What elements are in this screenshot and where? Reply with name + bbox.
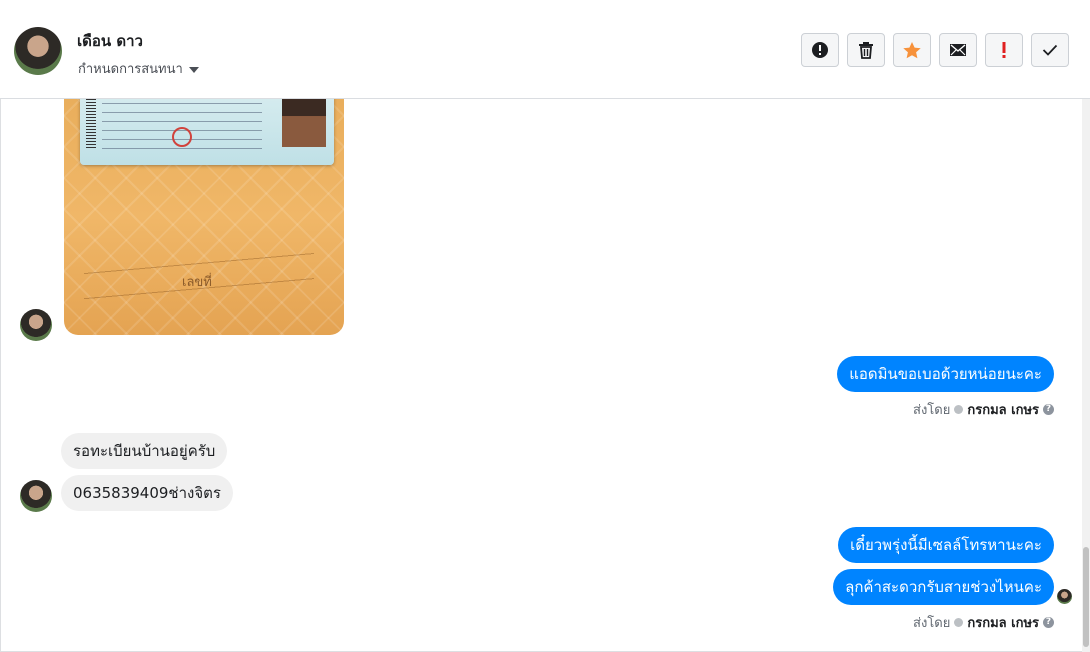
message-thread[interactable]: เลขที่ แอดมินขอเบอด้วยหน่อยนะคะ ส่งโดย ก… <box>0 99 1090 652</box>
caret-down-icon <box>188 66 199 73</box>
envelope-icon <box>950 44 966 56</box>
mark-done-button[interactable] <box>1031 33 1069 67</box>
star-icon <box>903 41 921 58</box>
important-button[interactable] <box>985 33 1023 67</box>
conversation-header: เดือน ดาว กำหนดการสนทนา <box>0 0 1090 99</box>
sender-name[interactable]: กรกมล เกษร <box>967 612 1039 633</box>
contact-avatar-small[interactable] <box>20 309 52 341</box>
scrollbar-thumb[interactable] <box>1083 547 1089 647</box>
mail-button[interactable] <box>939 33 977 67</box>
assign-conversation-label: กำหนดการสนทนา <box>78 62 183 77</box>
sender-name[interactable]: กรกมล เกษร <box>967 399 1039 420</box>
exclamation-circle-icon <box>812 42 828 58</box>
seen-avatar-icon <box>1057 589 1072 604</box>
status-dot-icon <box>954 618 964 627</box>
photo-handwriting: เลขที่ <box>182 275 212 290</box>
exclamation-icon <box>1002 42 1006 58</box>
sent-by-label: ส่งโดย <box>913 403 951 418</box>
sent-by-info: ส่งโดย กรกมล เกษร ? <box>913 612 1054 633</box>
help-icon[interactable]: ? <box>1043 404 1054 415</box>
star-button[interactable] <box>893 33 931 67</box>
trash-icon <box>859 42 873 59</box>
sent-by-label: ส่งโดย <box>913 616 951 631</box>
portrait-graphic <box>282 99 326 147</box>
contact-avatar-small[interactable] <box>20 480 52 512</box>
scrollbar[interactable] <box>1082 99 1090 652</box>
outgoing-message-bubble[interactable]: แอดมินขอเบอด้วยหน่อยนะคะ <box>837 356 1054 392</box>
attachment-photo-id-card[interactable]: เลขที่ <box>64 99 344 335</box>
contact-name[interactable]: เดือน ดาว <box>77 29 143 53</box>
outgoing-message-bubble[interactable]: เดี๋ยวพรุ่งนี้มีเซลล์โทรหานะคะ <box>838 527 1054 563</box>
contact-avatar[interactable] <box>14 27 62 75</box>
sent-by-info: ส่งโดย กรกมล เกษร ? <box>913 399 1054 420</box>
delete-button[interactable] <box>847 33 885 67</box>
outgoing-message-bubble[interactable]: ลุกค้าสะดวกรับสายช่วงไหนคะ <box>833 569 1054 605</box>
report-button[interactable] <box>801 33 839 67</box>
help-icon[interactable]: ? <box>1043 617 1054 628</box>
incoming-message-bubble[interactable]: 0635839409ช่างจิตร <box>61 475 233 511</box>
id-card-image <box>80 99 334 165</box>
status-dot-icon <box>954 405 964 414</box>
seal-graphic <box>172 127 192 147</box>
incoming-message-bubble[interactable]: รอทะเบียนบ้านอยู่ครับ <box>61 433 228 469</box>
assign-conversation-dropdown[interactable]: กำหนดการสนทนา <box>78 58 199 79</box>
barcode-graphic <box>86 99 96 149</box>
action-toolbar <box>801 33 1069 67</box>
checkmark-icon <box>1042 44 1058 56</box>
